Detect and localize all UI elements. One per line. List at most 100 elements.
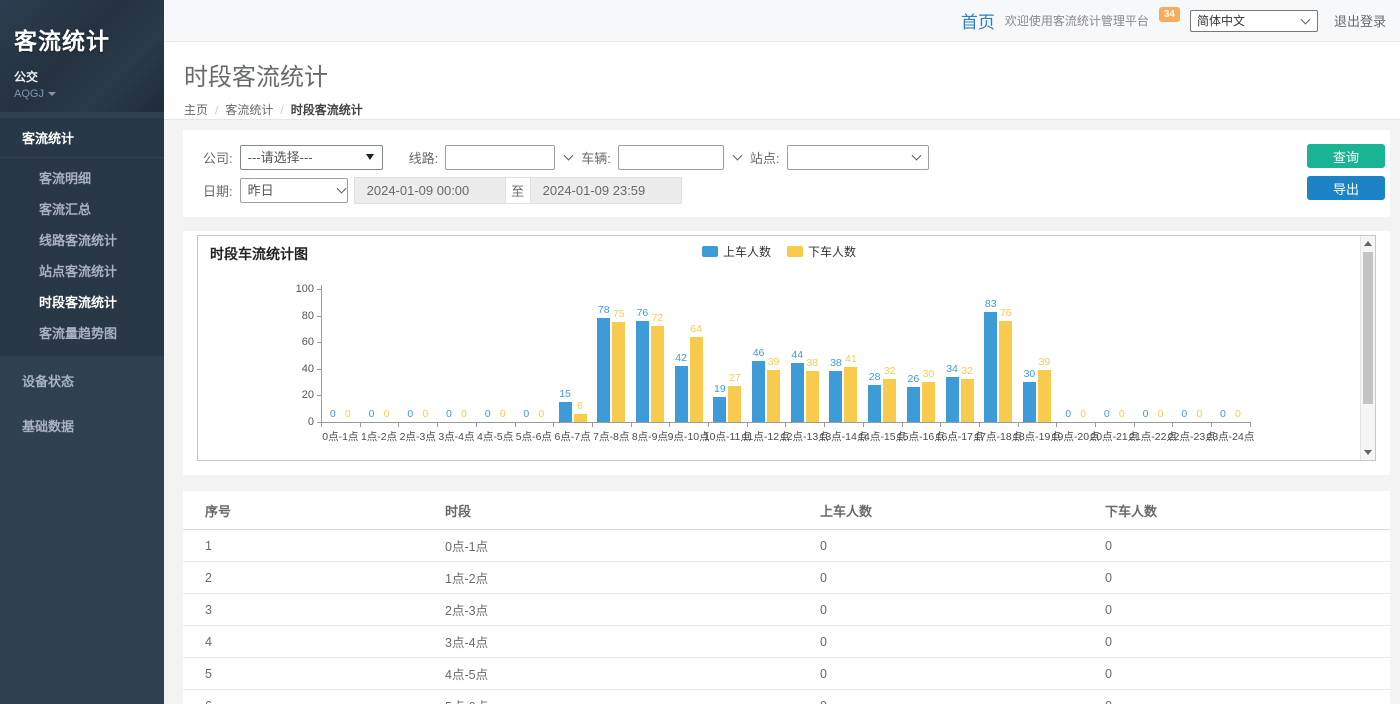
table-cell: 0 xyxy=(1105,530,1390,562)
x-tick-mark xyxy=(515,422,516,427)
scroll-up-icon[interactable] xyxy=(1361,236,1375,251)
welcome-text: 欢迎使用客流统计管理平台 xyxy=(1005,12,1149,29)
sidebar-item-设备状态[interactable]: 设备状态 xyxy=(0,360,164,401)
bar-下车人数[interactable] xyxy=(999,321,1012,422)
table-header-cell: 序号 xyxy=(183,491,445,530)
bar-value-label: 64 xyxy=(683,323,709,335)
date-label: 日期: xyxy=(203,181,233,200)
y-tick-label: 80 xyxy=(284,310,314,322)
legend-label: 上车人数 xyxy=(723,243,771,260)
y-axis-line xyxy=(321,285,322,422)
line-select[interactable] xyxy=(445,145,555,170)
bar-value-label: 38 xyxy=(799,357,825,369)
bar-下车人数[interactable] xyxy=(844,367,857,422)
bar-value-label: 32 xyxy=(877,365,903,377)
bar-上车人数[interactable] xyxy=(1023,382,1036,422)
bar-下车人数[interactable] xyxy=(883,379,896,422)
company-select[interactable]: ---请选择--- xyxy=(240,145,383,170)
y-tick-mark xyxy=(317,316,321,317)
scrollbar-thumb[interactable] xyxy=(1363,252,1373,404)
caret-down-icon xyxy=(48,92,56,96)
bar-上车人数[interactable] xyxy=(636,321,649,422)
chart-scrollbar[interactable] xyxy=(1360,236,1375,460)
bar-上车人数[interactable] xyxy=(597,318,610,422)
bar-上车人数[interactable] xyxy=(752,361,765,422)
table-row: 43点-4点00 xyxy=(183,626,1390,658)
query-button[interactable]: 查询 xyxy=(1307,144,1385,168)
date-preset-select[interactable]: 昨日 xyxy=(240,178,348,203)
sidebar-item-客流量趋势图[interactable]: 客流量趋势图 xyxy=(0,317,164,348)
bar-上车人数[interactable] xyxy=(675,366,688,422)
station-select[interactable] xyxy=(787,145,929,170)
date-from-input[interactable]: 2024-01-09 00:00 xyxy=(354,177,506,204)
bar-value-label: 75 xyxy=(606,308,632,320)
bar-下车人数[interactable] xyxy=(651,326,664,422)
x-tick-mark xyxy=(979,422,980,427)
table-cell: 0 xyxy=(820,594,1105,626)
bar-下车人数[interactable] xyxy=(574,414,587,422)
bar-上车人数[interactable] xyxy=(868,385,881,422)
legend-item-下车人数[interactable]: 下车人数 xyxy=(787,243,856,260)
bar-上车人数[interactable] xyxy=(791,363,804,422)
x-tick-mark xyxy=(321,422,322,427)
bar-上车人数[interactable] xyxy=(713,397,726,422)
chart-legend: 上车人数下车人数 xyxy=(198,243,1360,260)
table-header-cell: 下车人数 xyxy=(1105,491,1390,530)
org-code-label: AQGJ xyxy=(14,88,44,100)
bar-value-label: 0 xyxy=(412,408,438,420)
bar-value-label: 27 xyxy=(722,372,748,384)
bar-上车人数[interactable] xyxy=(829,371,842,422)
bar-上车人数[interactable] xyxy=(907,387,920,422)
legend-item-上车人数[interactable]: 上车人数 xyxy=(702,243,771,260)
bar-上车人数[interactable] xyxy=(984,312,997,422)
x-tick-mark xyxy=(863,422,864,427)
bar-value-label: 0 xyxy=(528,408,554,420)
x-tick-mark xyxy=(553,422,554,427)
language-select[interactable]: 简体中文 xyxy=(1190,10,1318,32)
table-cell: 0 xyxy=(820,658,1105,690)
company-label: 公司: xyxy=(203,148,233,167)
bar-value-label: 6 xyxy=(567,400,593,412)
app-logo: 客流统计 xyxy=(14,22,150,56)
org-code-dropdown[interactable]: AQGJ xyxy=(14,88,150,100)
sidebar-item-站点客流统计[interactable]: 站点客流统计 xyxy=(0,255,164,286)
page-title: 时段客流统计 xyxy=(184,57,1400,92)
table-row: 21点-2点00 xyxy=(183,562,1390,594)
table-cell: 3点-4点 xyxy=(445,626,820,658)
x-tick-mark xyxy=(1211,422,1212,427)
breadcrumb-item[interactable]: 客流统计 xyxy=(225,101,273,118)
bar-下车人数[interactable] xyxy=(690,337,703,422)
bar-下车人数[interactable] xyxy=(612,322,625,422)
table-cell: 0 xyxy=(1105,658,1390,690)
breadcrumb: 主页/客流统计/时段客流统计 xyxy=(184,101,1400,118)
bar-下车人数[interactable] xyxy=(922,382,935,422)
language-select-wrap: 简体中文 xyxy=(1190,10,1318,32)
x-tick-mark xyxy=(1250,422,1251,427)
sidebar-item-客流明细[interactable]: 客流明细 xyxy=(0,162,164,193)
y-tick-label: 40 xyxy=(284,363,314,375)
sidebar-item-时段客流统计[interactable]: 时段客流统计 xyxy=(0,286,164,317)
breadcrumb-item[interactable]: 主页 xyxy=(184,101,208,118)
bar-下车人数[interactable] xyxy=(728,386,741,422)
sidebar-item-客流汇总[interactable]: 客流汇总 xyxy=(0,193,164,224)
vehicle-select[interactable] xyxy=(618,145,724,170)
sidebar-item-客流统计[interactable]: 客流统计 xyxy=(0,118,164,158)
x-tick-mark xyxy=(708,422,709,427)
bar-上车人数[interactable] xyxy=(946,377,959,422)
sidebar-item-线路客流统计[interactable]: 线路客流统计 xyxy=(0,224,164,255)
scroll-down-icon[interactable] xyxy=(1361,445,1375,460)
logout-link[interactable]: 退出登录 xyxy=(1334,11,1386,30)
date-to-input[interactable]: 2024-01-09 23:59 xyxy=(530,177,682,204)
x-tick-mark xyxy=(785,422,786,427)
bar-下车人数[interactable] xyxy=(961,379,974,422)
sidebar-section-客流统计: 客流统计客流明细客流汇总线路客流统计站点客流统计时段客流统计客流量趋势图 xyxy=(0,118,164,356)
action-buttons: 查询 导出 xyxy=(1307,144,1385,200)
bar-下车人数[interactable] xyxy=(767,370,780,422)
notification-badge[interactable]: 34 xyxy=(1159,7,1180,22)
sidebar-item-基础数据[interactable]: 基础数据 xyxy=(0,405,164,446)
export-button[interactable]: 导出 xyxy=(1307,176,1385,200)
home-link[interactable]: 首页 xyxy=(961,8,995,33)
bar-下车人数[interactable] xyxy=(806,371,819,422)
bar-下车人数[interactable] xyxy=(1038,370,1051,422)
station-label: 站点: xyxy=(750,148,780,167)
